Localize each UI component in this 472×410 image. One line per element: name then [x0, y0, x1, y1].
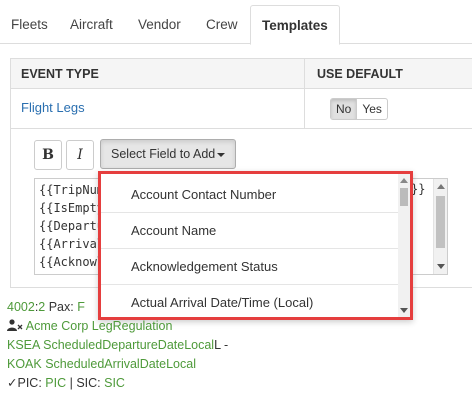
preview-pic-label: PIC: [17, 376, 46, 390]
preview-pax-label: Pax: [45, 300, 78, 314]
templates-page: Fleets Aircraft Vendor Crew Templates EV… [0, 0, 472, 410]
tab-bar: Fleets Aircraft Vendor Crew Templates [0, 0, 472, 45]
dropdown-item-acknowledgement-status[interactable]: Acknowledgement Status [101, 249, 399, 285]
dropdown-scrollbar[interactable] [398, 174, 410, 317]
dropdown-item-account-contact-number[interactable]: Account Contact Number [101, 177, 399, 213]
scroll-up-arrow-icon[interactable] [437, 184, 445, 189]
preview-trip-num: 4002 [7, 300, 35, 314]
check-icon: ✓ [7, 376, 18, 390]
field-dropdown-menu: Account Contact Number Account Name Ackn… [98, 171, 413, 320]
scroll-thumb[interactable] [436, 196, 445, 248]
italic-button[interactable]: I [66, 140, 94, 170]
template-line: {{TripNum [39, 183, 105, 197]
header-event-type: EVENT TYPE [21, 67, 99, 81]
preview-sic-label: | SIC: [66, 376, 105, 390]
tab-templates[interactable]: Templates [250, 5, 340, 45]
event-type-flight-legs-link[interactable]: Flight Legs [21, 100, 85, 115]
template-line: {{Departu [39, 219, 105, 233]
caret-down-icon [217, 153, 225, 157]
tab-crew[interactable]: Crew [206, 0, 238, 44]
textarea-scrollbar[interactable] [433, 179, 447, 274]
toggle-no-button[interactable]: No [331, 99, 358, 119]
toggle-yes-button[interactable]: Yes [357, 99, 387, 119]
preview-arrival: KOAK ScheduledArrivalDateLocal [7, 357, 196, 371]
use-default-toggle[interactable]: No Yes [330, 98, 388, 120]
tab-fleets[interactable]: Fleets [11, 0, 48, 44]
preview-crew-line: ✓PIC: PIC | SIC: SIC [7, 374, 125, 393]
scroll-down-arrow-icon[interactable] [437, 264, 445, 269]
header-use-default: USE DEFAULT [317, 67, 403, 81]
dropdown-item-actual-arrival[interactable]: Actual Arrival Date/Time (Local) [101, 285, 399, 317]
column-divider [304, 59, 305, 129]
event-type-table: EVENT TYPE USE DEFAULT Flight Legs No Ye… [10, 58, 472, 129]
preview-account-line: Acme Corp LegRegulation [7, 317, 172, 336]
template-line: {{Acknowl [39, 255, 105, 269]
preview-trip-line: 4002:2 Pax: F [7, 298, 85, 317]
preview-pax-value: F [77, 300, 85, 314]
preview-sic-value: SIC [104, 376, 125, 390]
select-field-dropdown-button[interactable]: Select Field to Add [100, 139, 236, 169]
template-line-end: }} [411, 182, 426, 196]
select-field-label: Select Field to Add [111, 147, 216, 161]
preview-pic-value: PIC [45, 376, 67, 390]
tab-vendor[interactable]: Vendor [138, 0, 181, 44]
table-header: EVENT TYPE USE DEFAULT [11, 59, 472, 89]
preview-departure: KSEA ScheduledDepartureDateLocal [7, 338, 215, 352]
person-remove-icon [7, 318, 23, 331]
bold-button[interactable]: B [34, 140, 62, 170]
scroll-down-arrow-icon[interactable] [400, 308, 408, 313]
preview-departure-suffix: L - [214, 338, 229, 352]
scroll-thumb[interactable] [400, 188, 408, 206]
tab-aircraft[interactable]: Aircraft [70, 0, 113, 44]
scroll-up-arrow-icon[interactable] [400, 178, 408, 183]
dropdown-item-account-name[interactable]: Account Name [101, 213, 399, 249]
preview-account: Acme Corp LegRegulation [25, 319, 173, 333]
preview-departure-line: KSEA ScheduledDepartureDateLocalL - [7, 336, 228, 355]
preview-arrival-line: KOAK ScheduledArrivalDateLocal [7, 355, 196, 374]
